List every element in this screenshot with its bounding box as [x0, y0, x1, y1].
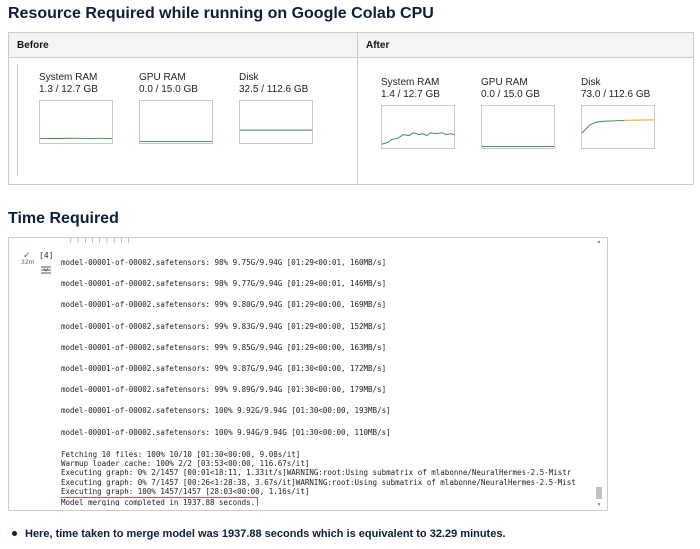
- resource-table: Before After System RAM 1.3 / 12.7 GB GP…: [8, 32, 694, 185]
- summary-line: Executing graph: 0% 2/1457 [00:01<18:11,…: [61, 468, 572, 478]
- merge-summary: Fetching 10 files: 100% 10/10 [01:30<00:…: [61, 449, 593, 507]
- after-cell: System RAM 1.4 / 12.7 GB GPU RAM 0.0 / 1…: [358, 58, 693, 184]
- sparkline: [482, 146, 554, 148]
- sparkline: [140, 141, 212, 143]
- scrollbar-thumb[interactable]: [596, 487, 602, 499]
- resource-value: 1.4 / 12.7 GB: [381, 89, 440, 100]
- resource-value: 32.5 / 112.6 GB: [239, 84, 309, 95]
- resource-label: GPU RAM: [481, 77, 528, 88]
- sparkline: [240, 129, 312, 131]
- resource-label: System RAM: [381, 77, 440, 88]
- scroll-down-icon[interactable]: ▼: [596, 502, 602, 508]
- resource-value: 73.0 / 112.6 GB: [581, 89, 651, 100]
- notebook-output-cell: | | | | | | | | | ✓ 32m [4] model-00001-…: [8, 237, 608, 511]
- before-cell: System RAM 1.3 / 12.7 GB GPU RAM 0.0 / 1…: [9, 58, 358, 184]
- bullet-text: Here, time taken to merge model was 1937…: [25, 528, 506, 540]
- elapsed-time: 32m: [21, 259, 35, 266]
- cell-gutter: ✓ 32m [4]: [9, 238, 55, 510]
- before-system-ram-card: System RAM 1.3 / 12.7 GB: [39, 72, 119, 144]
- progress-line: model-00001-of-00002.safetensors: 99% 9.…: [61, 385, 387, 395]
- after-system-ram-card: System RAM 1.4 / 12.7 GB: [381, 77, 461, 149]
- output-scrollbar[interactable]: ▲ ▼: [596, 239, 602, 509]
- scroll-up-icon[interactable]: ▲: [596, 239, 602, 245]
- truncated-previous-output: | | | | | | | | |: [69, 238, 131, 243]
- before-disk-card: Disk 32.5 / 112.6 GB: [239, 72, 319, 144]
- progress-line: model-00001-of-00002.safetensors: 99% 9.…: [61, 363, 387, 373]
- resource-label: System RAM: [39, 72, 98, 83]
- bullet-icon: [12, 530, 17, 536]
- after-disk-card: Disk 73.0 / 112.6 GB: [581, 77, 661, 149]
- summary-line: Executing graph: 0% 7/1457 [00:26<1:28:3…: [61, 477, 576, 487]
- resource-label: GPU RAM: [139, 72, 186, 83]
- summary-line: Executing graph: 100% 1457/1457 [28:03<0…: [61, 487, 310, 497]
- before-gpu-ram-card: GPU RAM 0.0 / 15.0 GB: [139, 72, 219, 144]
- gpu-ram-chart: [481, 105, 555, 149]
- progress-line: model-00001-of-00002.safetensors: 98% 9.…: [61, 258, 387, 267]
- divider: [17, 64, 18, 176]
- before-header: Before: [9, 33, 358, 58]
- sparkline: [582, 119, 654, 134]
- resource-heading: Resource Required while running on Googl…: [8, 5, 434, 22]
- resource-label: Disk: [581, 77, 601, 88]
- progress-line: model-00001-of-00002.safetensors: 99% 9.…: [61, 342, 387, 352]
- cell-execution-count: [4]: [39, 251, 54, 260]
- output-log: model-00001-of-00002.safetensors: 98% 9.…: [61, 252, 593, 507]
- summary-bullet: Here, time taken to merge model was 1937…: [12, 528, 692, 540]
- progress-line: model-00001-of-00002.safetensors: 100% 9…: [61, 406, 391, 416]
- system-ram-chart: [381, 105, 455, 149]
- progress-line: model-00001-of-00002.safetensors: 99% 9.…: [61, 300, 387, 310]
- resource-value: 0.0 / 15.0 GB: [481, 89, 540, 100]
- after-gpu-ram-card: GPU RAM 0.0 / 15.0 GB: [481, 77, 561, 149]
- sparkline: [382, 132, 454, 145]
- system-ram-chart: [39, 100, 113, 144]
- resource-value: 1.3 / 12.7 GB: [39, 84, 98, 95]
- highlighted-final-line: Model merging completed in 1937.88 secon…: [61, 496, 259, 507]
- summary-line: Warmup loader cache: 100% 2/2 [03:53<00:…: [61, 459, 310, 469]
- after-header: After: [358, 33, 693, 58]
- progress-line: model-00001-of-00002.safetensors: 99% 9.…: [61, 321, 387, 331]
- gpu-ram-chart: [139, 100, 213, 144]
- output-actions-icon[interactable]: [40, 265, 52, 275]
- time-heading: Time Required: [8, 210, 119, 227]
- progress-line: model-00001-of-00002.safetensors: 100% 9…: [61, 427, 391, 437]
- resource-label: Disk: [239, 72, 259, 83]
- summary-line: Fetching 10 files: 100% 10/10 [01:30<00:…: [61, 449, 301, 459]
- progress-line: model-00001-of-00002.safetensors: 98% 9.…: [61, 279, 387, 289]
- disk-chart: [581, 105, 655, 149]
- resource-value: 0.0 / 15.0 GB: [139, 84, 198, 95]
- sparkline: [40, 137, 112, 140]
- disk-chart: [239, 100, 313, 144]
